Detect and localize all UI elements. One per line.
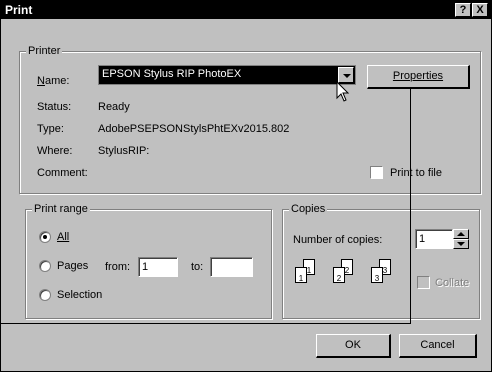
from-label: from: xyxy=(105,261,131,273)
collate-sheet: 1 xyxy=(295,267,307,283)
pages-label[interactable]: Pages xyxy=(57,260,88,273)
selection-radio[interactable] xyxy=(39,289,51,301)
spin-up-icon[interactable] xyxy=(453,229,469,239)
type-value: AdobePSEPSONStylsPhtEXv2015.802 xyxy=(98,123,290,135)
properties-button-label: Properties xyxy=(392,70,444,82)
copies-group-label: Copies xyxy=(289,203,328,215)
pages-radio[interactable] xyxy=(39,260,51,272)
dialog-title: Print xyxy=(5,3,33,17)
collate-pages-icon: 1 1 2 2 3 3 xyxy=(291,259,421,299)
print-to-file-checkbox[interactable] xyxy=(370,166,383,179)
help-button[interactable]: ? xyxy=(455,3,471,17)
copies-input[interactable]: 1 xyxy=(415,229,453,249)
print-range-group-label: Print range xyxy=(32,203,90,215)
where-label: Where: xyxy=(37,145,73,157)
spin-down-icon[interactable] xyxy=(453,239,469,249)
name-label: Name: xyxy=(37,75,70,87)
to-label: to: xyxy=(191,261,204,273)
copies-spinner[interactable] xyxy=(453,229,469,249)
all-radio[interactable] xyxy=(39,231,51,243)
ok-button[interactable]: OK xyxy=(316,334,391,358)
cancel-button[interactable]: Cancel xyxy=(399,334,477,358)
collate-label[interactable]: Collate xyxy=(435,277,469,290)
printer-name-combo[interactable]: EPSON Stylus RIP PhotoEX xyxy=(98,65,356,85)
properties-button[interactable]: Properties xyxy=(367,65,470,89)
print-to-file-label[interactable]: Print to file xyxy=(390,167,442,180)
all-label[interactable]: All xyxy=(57,231,69,244)
collate-sheet: 3 xyxy=(371,267,383,283)
title-bar: Print ? X xyxy=(1,1,491,19)
status-label: Status: xyxy=(37,101,72,113)
comment-label: Comment: xyxy=(37,167,88,179)
number-of-copies-label: Number of copies: xyxy=(293,234,383,246)
callout-line-properties-vertical xyxy=(410,89,411,324)
status-value: Ready xyxy=(98,101,130,113)
print-dialog: Print ? X Printer Name: EPSON Stylus RIP… xyxy=(0,0,492,372)
printer-name-value: EPSON Stylus RIP PhotoEX xyxy=(102,68,242,80)
to-input[interactable] xyxy=(210,257,253,277)
close-button[interactable]: X xyxy=(472,3,488,17)
type-label: Type: xyxy=(37,123,64,135)
printer-group-label: Printer xyxy=(26,45,63,57)
callout-line-properties-horizontal xyxy=(1,323,411,324)
from-input[interactable]: 1 xyxy=(138,257,178,277)
where-value: StylusRIP: xyxy=(98,145,150,157)
collate-sheet: 2 xyxy=(333,267,345,283)
collate-checkbox[interactable] xyxy=(417,276,430,289)
mouse-cursor-icon xyxy=(336,81,350,102)
selection-label[interactable]: Selection xyxy=(57,289,102,302)
